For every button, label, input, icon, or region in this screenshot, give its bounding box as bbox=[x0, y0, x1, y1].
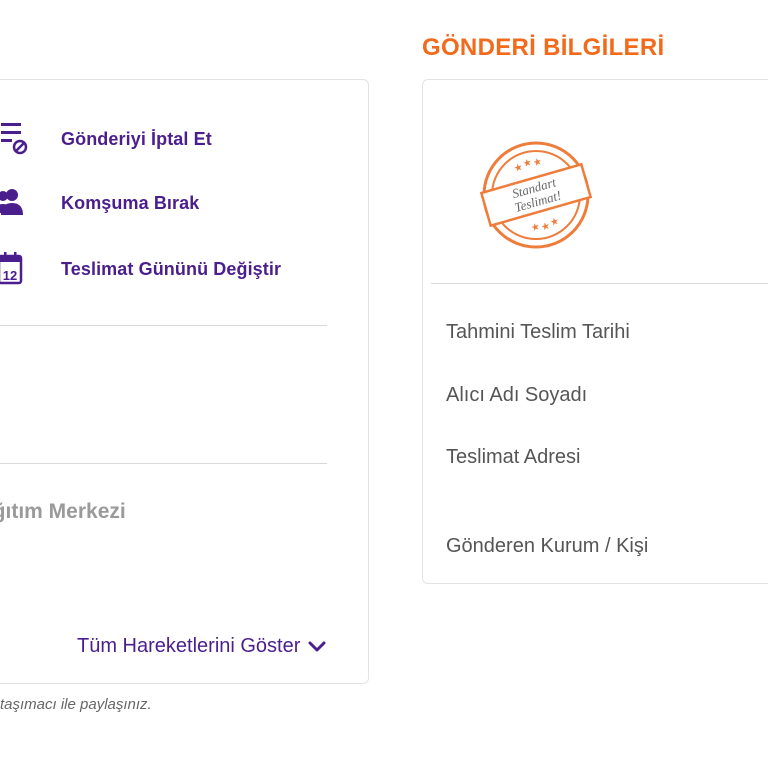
sender-label: Gönderen Kurum / Kişi bbox=[446, 535, 649, 557]
footnote-text: taşımacı ile paylaşınız. bbox=[0, 696, 152, 713]
delivery-address-label: Teslimat Adresi bbox=[446, 446, 581, 468]
calendar-day-number: 12 bbox=[3, 268, 17, 283]
neighbor-users-icon bbox=[0, 183, 29, 223]
svg-text:★: ★ bbox=[532, 156, 544, 169]
cancel-shipment-icon bbox=[0, 119, 29, 159]
chevron-down-icon bbox=[308, 641, 326, 651]
show-all-movements-label: Tüm Hareketlerini Göster bbox=[77, 635, 301, 657]
leave-with-neighbor-label: Komşuma Bırak bbox=[61, 192, 200, 213]
shipment-info-card: ★ ★ ★ Standart Teslimat! ★ ★ ★ Tahmini T… bbox=[422, 79, 768, 584]
svg-text:★: ★ bbox=[549, 216, 561, 229]
shipment-actions-card: Gönderiyi İptal Et Komşuma Bırak 12 Tesl… bbox=[0, 79, 369, 684]
change-delivery-day-label: Teslimat Gününü Değiştir bbox=[61, 258, 282, 279]
distribution-center-text: ağıtım Merkezi bbox=[0, 500, 126, 523]
standard-delivery-stamp: ★ ★ ★ Standart Teslimat! ★ ★ ★ bbox=[480, 141, 592, 249]
divider bbox=[0, 325, 327, 326]
cancel-shipment-label: Gönderiyi İptal Et bbox=[61, 128, 212, 149]
recipient-name-label: Alıcı Adı Soyadı bbox=[446, 384, 588, 406]
shipment-info-title: GÖNDERİ BİLGİLERİ bbox=[422, 34, 665, 61]
divider bbox=[0, 463, 327, 464]
show-all-movements-link[interactable]: Tüm Hareketlerini Göster bbox=[77, 635, 326, 658]
divider bbox=[431, 283, 768, 284]
calendar-icon: 12 bbox=[0, 249, 29, 289]
estimated-delivery-date-label: Tahmini Teslim Tarihi bbox=[446, 321, 630, 343]
